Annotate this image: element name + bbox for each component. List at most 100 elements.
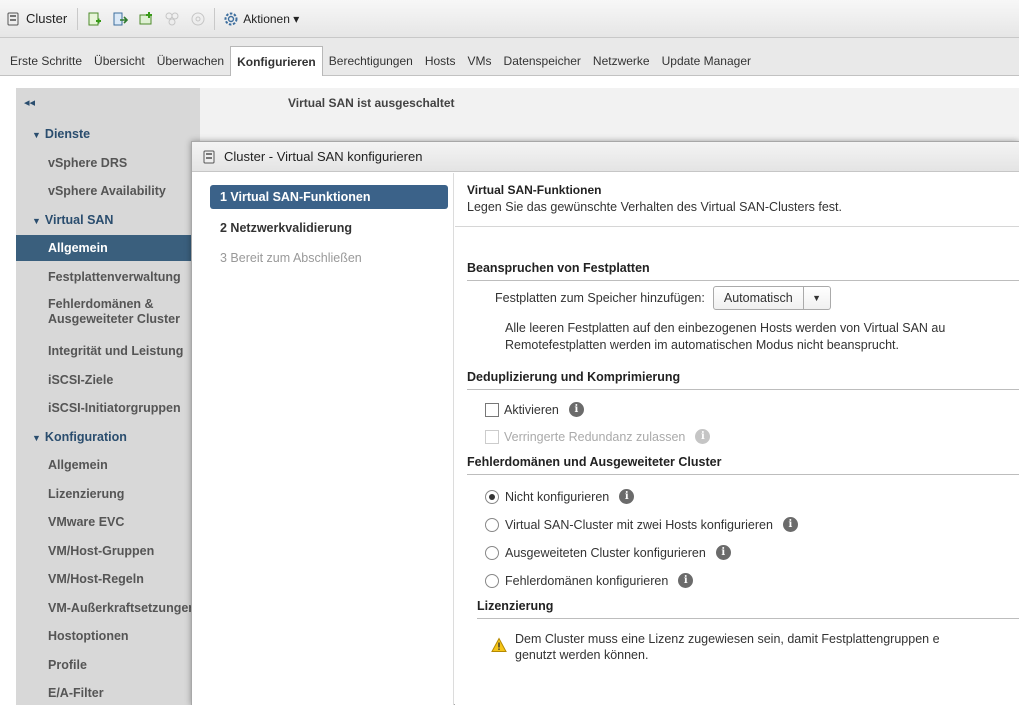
fault-option-label[interactable]: Nicht konfigurieren: [505, 490, 609, 504]
sidebar-item[interactable]: vSphere DRS: [16, 150, 200, 176]
fault-option-row[interactable]: Ausgeweiteten Cluster konfigurieren i: [485, 545, 731, 560]
move-host-icon[interactable]: [112, 11, 129, 27]
sidebar-item[interactable]: Lizenzierung: [16, 481, 200, 507]
sidebar-item[interactable]: VM-Außerkraftsetzungen: [16, 595, 200, 621]
toolbar-icons: [78, 7, 216, 30]
dialog-header: Cluster - Virtual SAN konfigurieren: [192, 142, 1019, 172]
sidebar-item[interactable]: iSCSI-Initiatorgruppen: [16, 395, 200, 421]
new-vapp-icon: [191, 12, 205, 25]
tab-0[interactable]: Erste Schritte: [4, 47, 88, 75]
sidebar-item[interactable]: Allgemein: [16, 235, 200, 261]
add-host-icon[interactable]: [86, 11, 102, 27]
claim-disks-row: Festplatten zum Speicher hinzufügen: Aut…: [495, 286, 831, 310]
info-icon[interactable]: i: [782, 517, 798, 532]
tab-1[interactable]: Übersicht: [88, 47, 151, 75]
caret-down-icon[interactable]: ▼: [32, 425, 41, 450]
licensing-warning-line2: genutzt werden können.: [515, 648, 649, 662]
fault-option-row[interactable]: Fehlerdomänen konfigurieren i: [485, 573, 694, 588]
new-resource-pool-icon: [165, 12, 179, 25]
tab-5[interactable]: Hosts: [419, 47, 462, 75]
sidebar-item[interactable]: Festplattenverwaltung: [16, 264, 200, 290]
warning-icon: [491, 637, 507, 652]
reduced-redundancy-row: Verringerte Redundanz zulassen i: [485, 429, 711, 444]
sidebar-group[interactable]: ▼ Konfiguration: [16, 424, 200, 450]
chevron-down-icon: ▼: [812, 293, 822, 303]
sidebar-item[interactable]: Integrität und Leistung: [16, 338, 200, 364]
object-title: Cluster: [6, 7, 79, 30]
claim-mode-value: Automatisch: [714, 287, 804, 309]
sidebar-group[interactable]: ▼ Virtual SAN: [16, 207, 200, 233]
sidebar-item[interactable]: VM/Host-Gruppen: [16, 538, 200, 564]
fault-option-radio-selected[interactable]: [485, 489, 499, 504]
tab-8[interactable]: Netzwerke: [587, 47, 656, 75]
wizard-step-2[interactable]: 2 Netzwerkvalidierung: [210, 216, 448, 240]
fault-option-row[interactable]: Nicht konfigurieren i: [485, 489, 635, 504]
tab-7[interactable]: Datenspeicher: [498, 47, 587, 75]
fault-option-label[interactable]: Virtual SAN-Cluster mit zwei Hosts konfi…: [505, 518, 773, 532]
info-icon[interactable]: i: [619, 489, 635, 504]
tab-3[interactable]: Konfigurieren: [230, 46, 323, 76]
wizard-page-subtitle: Legen Sie das gewünschte Verhalten des V…: [467, 200, 842, 214]
tab-9[interactable]: Update Manager: [656, 47, 757, 75]
vsan-status-text: Virtual SAN ist ausgeschaltet: [288, 96, 455, 110]
wizard-steps: 1 Virtual SAN-Funktionen 2 Netzwerkvalid…: [192, 173, 454, 705]
actions-menu-label[interactable]: Aktionen ▾: [243, 12, 299, 26]
sidebar-item[interactable]: Hostoptionen: [16, 623, 200, 649]
gear-icon: [224, 12, 238, 25]
section-claim-disks: Beanspruchen von Festplatten: [467, 261, 1019, 281]
cluster-icon: [7, 12, 19, 25]
sidebar-item[interactable]: VMware EVC: [16, 509, 200, 535]
collapse-sidebar-icon[interactable]: ◂◂: [24, 96, 35, 109]
new-vm-icon[interactable]: [138, 11, 154, 27]
dedup-enable-row[interactable]: Aktivieren i: [485, 402, 584, 417]
cluster-icon: [203, 150, 215, 163]
info-icon: i: [695, 429, 711, 444]
sidebar-item[interactable]: Fehlerdomänen & Ausgeweiteter Cluster: [16, 292, 200, 334]
licensing-warning: Dem Cluster muss eine Lizenz zugewiesen …: [491, 631, 940, 663]
tab-6[interactable]: VMs: [462, 47, 498, 75]
sidebar-group-label: Konfiguration: [44, 429, 127, 444]
wizard-page-title: Virtual SAN-Funktionen: [467, 183, 602, 197]
object-tab-bar: Erste Schritte Übersicht Überwachen Konfigu…: [0, 38, 1019, 76]
dialog-title: Cluster - Virtual SAN konfigurieren: [224, 149, 423, 164]
info-icon[interactable]: i: [678, 573, 694, 588]
wizard-content: Virtual SAN-Funktionen Legen Sie das gew…: [455, 173, 1019, 705]
sidebar-item[interactable]: iSCSI-Ziele: [16, 367, 200, 393]
actions-menu[interactable]: Aktionen ▾: [215, 11, 299, 27]
dedup-enable-checkbox[interactable]: [485, 402, 499, 417]
configure-vsan-dialog: Cluster - Virtual SAN konfigurieren 1 Vi…: [191, 141, 1019, 705]
wizard-page-header: Virtual SAN-Funktionen Legen Sie das gew…: [455, 173, 1019, 227]
wizard-step-1[interactable]: 1 Virtual SAN-Funktionen: [210, 185, 448, 209]
sidebar-group[interactable]: ▼ Dienste: [16, 121, 200, 147]
claim-mode-select[interactable]: Automatisch ▼: [712, 286, 831, 310]
reduced-redundancy-label: Verringerte Redundanz zulassen: [504, 429, 686, 444]
object-title-text: Cluster: [26, 11, 68, 26]
claim-description-1: Alle leeren Festplatten auf den einbezog…: [505, 321, 946, 335]
info-icon[interactable]: i: [568, 402, 584, 417]
licensing-warning-line1: Dem Cluster muss eine Lizenz zugewiesen …: [515, 632, 940, 646]
fault-option-radio[interactable]: [485, 545, 499, 560]
object-toolbar: Cluster Aktionen ▾: [0, 0, 1019, 38]
caret-down-icon[interactable]: ▼: [32, 208, 41, 233]
dedup-enable-label[interactable]: Aktivieren: [504, 403, 559, 417]
tab-4[interactable]: Berechtigungen: [323, 47, 419, 75]
claim-disks-label: Festplatten zum Speicher hinzufügen:: [495, 291, 705, 305]
fault-option-radio[interactable]: [485, 517, 499, 532]
section-fault-domains: Fehlerdomänen und Ausgeweiteter Cluster: [467, 455, 1019, 475]
sidebar-item[interactable]: VM/Host-Regeln: [16, 566, 200, 592]
sidebar-item[interactable]: Profile: [16, 652, 200, 678]
caret-down-icon[interactable]: ▼: [32, 122, 41, 147]
tab-2[interactable]: Überwachen: [151, 47, 230, 75]
claim-description-2: Remotefestplatten werden im automatische…: [505, 338, 899, 352]
sidebar-item[interactable]: Allgemein: [16, 452, 200, 478]
sidebar-item[interactable]: E/A-Filter: [16, 680, 200, 705]
info-icon[interactable]: i: [715, 545, 731, 560]
sidebar-group-label: Dienste: [44, 127, 91, 141]
sidebar-item[interactable]: vSphere Availability: [16, 178, 200, 204]
fault-option-label[interactable]: Ausgeweiteten Cluster konfigurieren: [505, 546, 706, 560]
wizard-step-3: 3 Bereit zum Abschließen: [220, 251, 362, 265]
fault-option-label[interactable]: Fehlerdomänen konfigurieren: [505, 574, 668, 588]
section-dedup: Deduplizierung und Komprimierung: [467, 370, 1019, 390]
fault-option-row[interactable]: Virtual SAN-Cluster mit zwei Hosts konfi…: [485, 517, 798, 532]
fault-option-radio[interactable]: [485, 573, 499, 588]
